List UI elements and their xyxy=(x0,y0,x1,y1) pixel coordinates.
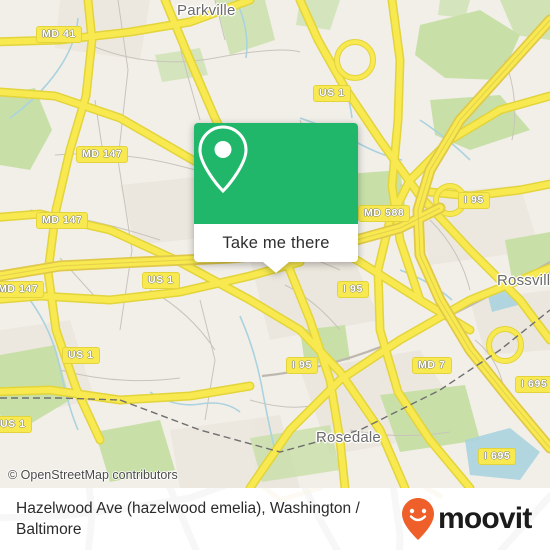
osm-attribution[interactable]: © OpenStreetMap contributors xyxy=(8,468,178,482)
road-shield-i-695[interactable]: I 695 xyxy=(478,448,517,465)
page-title: Hazelwood Ave (hazelwood emelia), Washin… xyxy=(16,500,360,538)
take-me-there-label: Take me there xyxy=(222,233,330,252)
road-shield-us-1[interactable]: US 1 xyxy=(142,272,180,289)
road-shield-us-1[interactable]: US 1 xyxy=(62,347,100,364)
map-canvas[interactable]: .grn{fill:#c8e0a8;} .beige{fill:#ece6dd;… xyxy=(0,0,550,488)
road-shield-i-695[interactable]: I 695 xyxy=(515,376,550,393)
road-shield-us-1[interactable]: US 1 xyxy=(313,85,351,102)
footer-bar: Hazelwood Ave (hazelwood emelia), Washin… xyxy=(0,488,550,550)
map-pin-icon xyxy=(198,125,248,194)
place-label-rossville: Rossville xyxy=(497,272,550,289)
moovit-brand[interactable]: moovit xyxy=(401,497,532,541)
road-shield-md-147[interactable]: MD 147 xyxy=(76,146,129,163)
popup-header xyxy=(194,123,358,224)
road-shield-md-7[interactable]: MD 7 xyxy=(412,357,452,374)
moovit-map-share-card: .grn{fill:#c8e0a8;} .beige{fill:#ece6dd;… xyxy=(0,0,550,550)
road-shield-md-147[interactable]: MD 147 xyxy=(36,212,89,229)
road-shield-us-1[interactable]: US 1 xyxy=(0,416,32,433)
road-shield-md-41[interactable]: MD 41 xyxy=(36,26,82,43)
road-shield-md-588[interactable]: MD 588 xyxy=(358,205,411,222)
road-shield-i-95[interactable]: I 95 xyxy=(458,192,490,209)
place-label-parkville: Parkville xyxy=(177,2,236,19)
road-shield-md-147[interactable]: MD 147 xyxy=(0,281,45,298)
road-shield-i-95[interactable]: I 95 xyxy=(286,357,318,374)
popup-action-bar[interactable]: Take me there xyxy=(194,224,358,262)
popup-tail xyxy=(194,262,358,273)
moovit-wordmark: moovit xyxy=(438,502,532,535)
location-popup[interactable]: Take me there xyxy=(194,123,358,273)
moovit-pin-smiley-icon xyxy=(402,498,434,540)
place-label-rosedale: Rosedale xyxy=(316,429,381,446)
road-shield-i-95[interactable]: I 95 xyxy=(337,281,369,298)
